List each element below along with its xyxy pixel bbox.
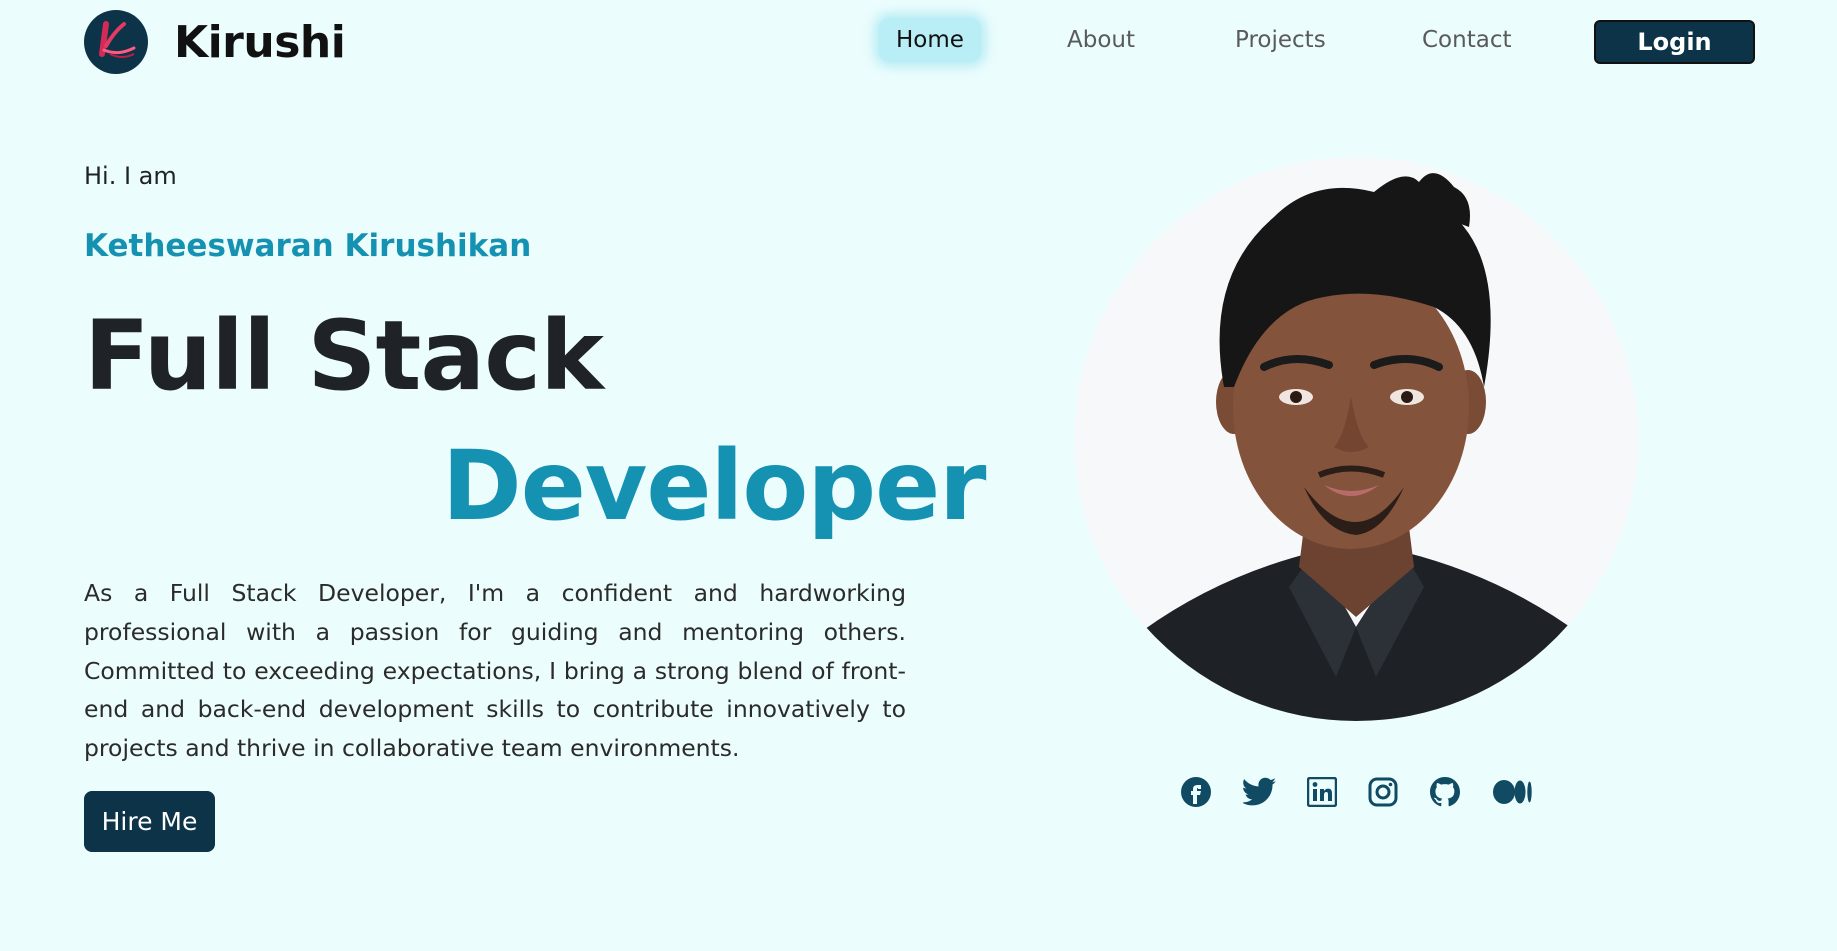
nav-contact[interactable]: Contact: [1405, 18, 1528, 62]
navbar: Kirushi Home About Projects Contact Logi…: [0, 0, 1837, 84]
title-developer: Developer: [442, 430, 987, 542]
nav-projects[interactable]: Projects: [1218, 18, 1343, 62]
bio-text: As a Full Stack Developer, I'm a confide…: [84, 579, 906, 763]
nav-links: Home About Projects Contact: [0, 18, 1837, 64]
title-full-stack: Full Stack: [84, 300, 604, 412]
person-name: Ketheeswaran Kirushikan: [84, 228, 532, 264]
github-icon[interactable]: [1428, 775, 1462, 809]
medium-icon[interactable]: [1493, 775, 1533, 809]
greeting: Hi. I am: [84, 162, 177, 190]
login-button[interactable]: Login: [1594, 20, 1755, 64]
linkedin-icon[interactable]: [1305, 775, 1339, 809]
nav-home[interactable]: Home: [879, 18, 981, 62]
instagram-icon[interactable]: [1366, 775, 1400, 809]
twitter-icon[interactable]: [1243, 775, 1277, 809]
page: Kirushi Home About Projects Contact Logi…: [0, 0, 1837, 951]
profile-photo: [1074, 157, 1638, 721]
social-links: [0, 775, 1837, 811]
facebook-icon[interactable]: [1179, 775, 1213, 809]
nav-about[interactable]: About: [1050, 18, 1152, 62]
